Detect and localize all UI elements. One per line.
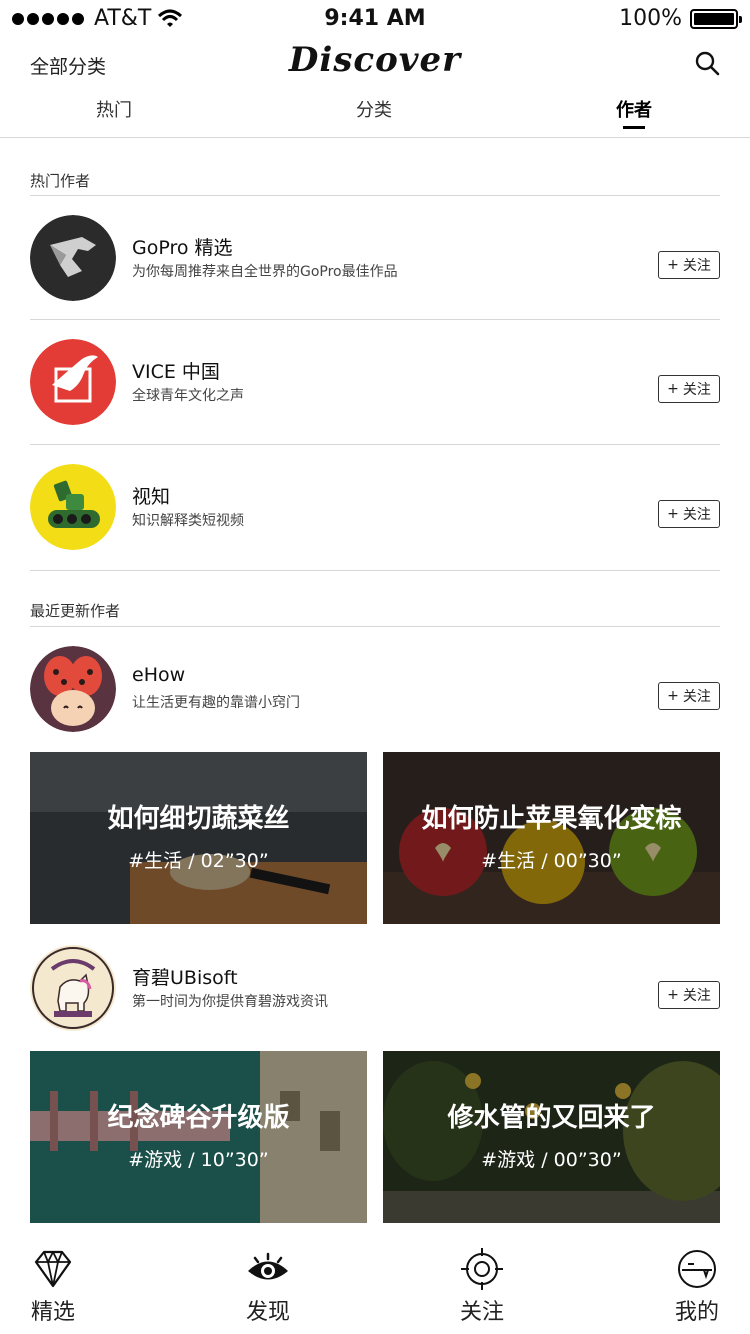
- tabbar-label: 关注: [459, 1300, 504, 1325]
- tabbar-label: 精选: [30, 1300, 75, 1325]
- author-name: 育碧UBisoft: [132, 967, 238, 989]
- video-title: 如何防止苹果氧化变棕: [421, 804, 682, 834]
- video-card[interactable]: 如何细切蔬菜丝 #生活 / 02”30”: [30, 752, 367, 924]
- avatar: [30, 945, 116, 1031]
- battery-percent: 100%: [619, 6, 682, 31]
- plus-icon: +: [667, 688, 679, 704]
- follow-label: 关注: [682, 258, 711, 274]
- tabbar-item-featured[interactable]: 精选: [3, 1246, 103, 1326]
- tab-label: 作者: [616, 100, 652, 121]
- follow-button[interactable]: + 关注: [658, 375, 720, 403]
- thumbnail-overlay: [30, 752, 367, 924]
- plus-icon: +: [667, 987, 679, 1003]
- bottom-tab-bar: 精选 发现 关注 我的: [0, 1234, 750, 1334]
- page-title: Discover: [288, 40, 462, 80]
- video-meta: #游戏 / 10”30”: [128, 1149, 269, 1171]
- video-card[interactable]: 如何防止苹果氧化变棕 #生活 / 00”30”: [383, 752, 720, 924]
- tab-label: 分类: [356, 100, 392, 121]
- video-card[interactable]: 纪念碑谷升级版 #游戏 / 10”30”: [30, 1051, 367, 1223]
- battery-icon: [690, 8, 742, 29]
- status-bar: AT&T 9:41 AM 100%: [0, 0, 750, 40]
- tab-author[interactable]: 作者: [574, 96, 694, 129]
- author-row-ubisoft[interactable]: 育碧UBisoft 第一时间为你提供育碧游戏资讯 + 关注: [30, 945, 720, 1035]
- tabbar-item-mine[interactable]: 我的: [647, 1246, 747, 1326]
- tab-hot[interactable]: 热门: [54, 96, 174, 122]
- profile-icon: [678, 1250, 716, 1288]
- video-card[interactable]: 修水管的又回来了 #游戏 / 00”30”: [383, 1051, 720, 1223]
- follow-button[interactable]: + 关注: [658, 251, 720, 279]
- video-title: 如何细切蔬菜丝: [107, 804, 290, 834]
- author-name: 视知: [132, 486, 171, 508]
- author-name: VICE 中国: [132, 361, 220, 383]
- author-name: GoPro 精选: [132, 237, 233, 259]
- follow-button[interactable]: + 关注: [658, 981, 720, 1009]
- avatar: [30, 646, 116, 732]
- header: 全部分类 Discover: [0, 40, 750, 90]
- divider: [30, 195, 720, 196]
- video-meta: #生活 / 00”30”: [481, 850, 622, 872]
- tabbar-item-follow[interactable]: 关注: [432, 1246, 532, 1326]
- divider: [30, 444, 720, 445]
- plus-icon: +: [667, 506, 679, 522]
- author-description: 让生活更有趣的靠谱小窍门: [132, 695, 300, 711]
- avatar: [30, 464, 116, 550]
- search-icon[interactable]: [694, 50, 720, 76]
- author-description: 全球青年文化之声: [132, 388, 244, 404]
- section-hot-authors: 热门作者: [30, 172, 91, 190]
- author-description: 第一时间为你提供育碧游戏资讯: [132, 994, 328, 1010]
- video-meta: #游戏 / 00”30”: [481, 1149, 622, 1171]
- tab-label: 热门: [96, 100, 132, 121]
- thumbnail-overlay: [30, 1051, 367, 1223]
- video-title: 纪念碑谷升级版: [107, 1103, 290, 1133]
- plus-icon: +: [667, 381, 679, 397]
- active-tab-indicator: [623, 126, 645, 129]
- status-right: 100%: [619, 6, 742, 31]
- diamond-icon: [34, 1250, 72, 1288]
- author-description: 为你每周推荐来自全世界的GoPro最佳作品: [132, 264, 398, 280]
- tabbar-item-discover[interactable]: 发现: [218, 1246, 318, 1326]
- follow-label: 关注: [682, 507, 711, 523]
- thumbnail-overlay: [383, 752, 720, 924]
- video-title: 修水管的又回来了: [447, 1103, 656, 1133]
- author-row-ehow[interactable]: eHow 让生活更有趣的靠谱小窍门 + 关注: [30, 646, 720, 736]
- tab-category[interactable]: 分类: [314, 96, 434, 122]
- tabbar-label: 发现: [245, 1300, 290, 1325]
- follow-label: 关注: [682, 382, 711, 398]
- video-meta: #生活 / 02”30”: [128, 850, 269, 872]
- top-tabs: 热门 分类 作者: [0, 90, 750, 138]
- target-icon: [461, 1248, 503, 1290]
- plus-icon: +: [667, 257, 679, 273]
- divider: [30, 319, 720, 320]
- author-row-shizhi[interactable]: 视知 知识解释类短视频 + 关注: [30, 464, 720, 554]
- thumbnail-overlay: [383, 1051, 720, 1223]
- avatar: [30, 339, 116, 425]
- avatar: [30, 215, 116, 301]
- follow-label: 关注: [682, 988, 711, 1004]
- divider: [30, 626, 720, 627]
- follow-button[interactable]: + 关注: [658, 682, 720, 710]
- follow-button[interactable]: + 关注: [658, 500, 720, 528]
- eye-icon: [248, 1252, 288, 1280]
- author-name: eHow: [132, 664, 186, 686]
- follow-label: 关注: [682, 689, 711, 705]
- author-row-vice[interactable]: VICE 中国 全球青年文化之声 + 关注: [30, 339, 720, 429]
- tabbar-label: 我的: [674, 1300, 719, 1325]
- author-description: 知识解释类短视频: [132, 513, 244, 529]
- author-row-gopro[interactable]: GoPro 精选 为你每周推荐来自全世界的GoPro最佳作品 + 关注: [30, 215, 720, 305]
- divider: [30, 570, 720, 571]
- section-recent-authors: 最近更新作者: [30, 602, 121, 620]
